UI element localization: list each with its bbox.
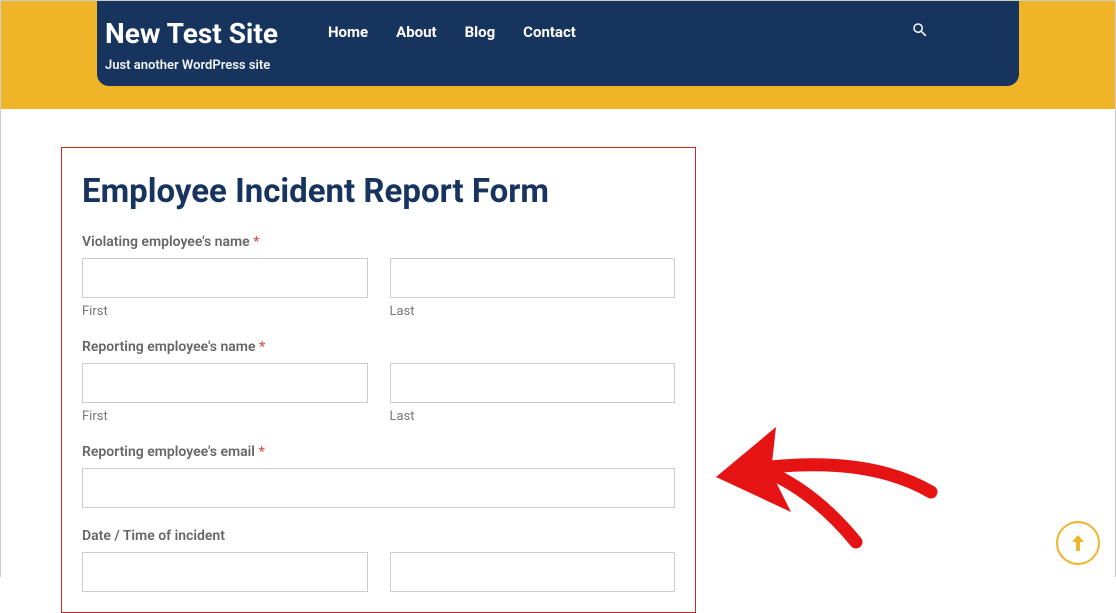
scroll-to-top-button[interactable]: [1056, 521, 1100, 565]
sublabel-first: First: [82, 304, 368, 319]
required-star: *: [259, 339, 265, 355]
violating-first-input[interactable]: [82, 258, 368, 298]
required-star: *: [258, 444, 264, 460]
nav-link-contact[interactable]: Contact: [523, 23, 576, 41]
incident-date-input[interactable]: [82, 552, 368, 592]
sublabel-first: First: [82, 409, 368, 424]
nav-links: Home About Blog Contact: [328, 23, 576, 41]
header-banner: New Test Site Just another WordPress sit…: [1, 1, 1115, 109]
content-area: Employee Incident Report Form Violating …: [1, 147, 1115, 613]
form-container: Employee Incident Report Form Violating …: [61, 147, 696, 613]
navbar: New Test Site Just another WordPress sit…: [97, 1, 1019, 86]
nav-link-about[interactable]: About: [396, 23, 436, 41]
search-icon[interactable]: [911, 21, 929, 43]
reporting-email-label: Reporting employee's email *: [82, 444, 675, 460]
form-title: Employee Incident Report Form: [82, 172, 675, 212]
field-datetime: Date / Time of incident: [82, 528, 675, 592]
reporting-name-label: Reporting employee's name *: [82, 339, 675, 355]
sublabel-last: Last: [390, 409, 676, 424]
site-tagline: Just another WordPress site: [105, 58, 278, 73]
arrow-up-icon: [1070, 533, 1086, 553]
field-reporting-email: Reporting employee's email *: [82, 444, 675, 508]
site-brand[interactable]: New Test Site Just another WordPress sit…: [105, 19, 278, 73]
violating-last-input[interactable]: [390, 258, 676, 298]
nav-link-home[interactable]: Home: [328, 23, 368, 41]
required-star: *: [253, 234, 259, 250]
violating-name-label: Violating employee's name *: [82, 234, 675, 250]
arrow-annotation-icon: [701, 412, 941, 562]
reporting-email-input[interactable]: [82, 468, 675, 508]
sublabel-last: Last: [390, 304, 676, 319]
incident-time-input[interactable]: [390, 552, 676, 592]
reporting-last-input[interactable]: [390, 363, 676, 403]
site-title: New Test Site: [105, 19, 278, 50]
nav-link-blog[interactable]: Blog: [465, 23, 496, 41]
reporting-first-input[interactable]: [82, 363, 368, 403]
field-violating-name: Violating employee's name * First Last: [82, 234, 675, 319]
field-reporting-name: Reporting employee's name * First Last: [82, 339, 675, 424]
datetime-label: Date / Time of incident: [82, 528, 675, 544]
